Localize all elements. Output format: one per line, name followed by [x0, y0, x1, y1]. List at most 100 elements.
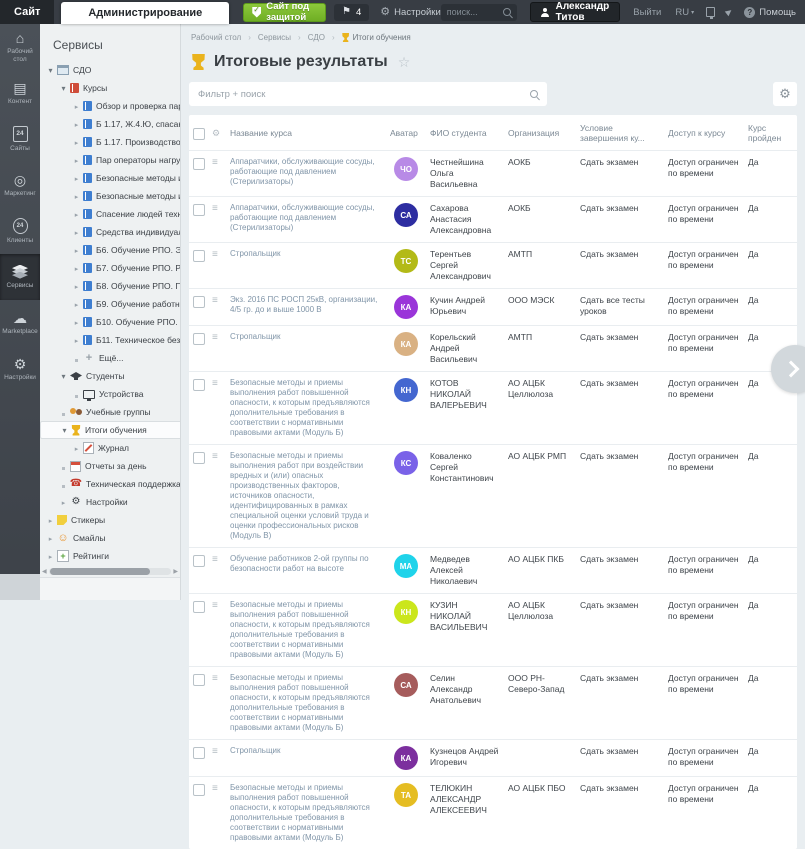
row-checkbox[interactable]	[193, 452, 205, 464]
tree-expand-icon[interactable]	[58, 496, 69, 509]
breadcrumb-item[interactable]: Сервисы	[258, 33, 291, 42]
course-name-link[interactable]: Аппаратчики, обслуживающие сосуды, работ…	[230, 157, 390, 187]
rail-item-sites[interactable]: 24 Сайты	[0, 116, 40, 162]
tree-item-trophy[interactable]: Итоги обучения	[40, 421, 180, 439]
tree-item-plus-gray[interactable]: Ещё...	[40, 349, 180, 367]
row-menu-icon[interactable]: ≡	[212, 158, 230, 168]
course-name-link[interactable]: Безопасные методы и приемы выполнения ра…	[230, 673, 390, 733]
select-all-checkbox[interactable]	[193, 128, 205, 140]
tree-item-book-blue[interactable]: Безопасные методы и приемы вы	[40, 187, 180, 205]
tree-item-book-blue[interactable]: Б 1.17. Производство и потребление	[40, 133, 180, 151]
course-name-link[interactable]: Стропальщик	[230, 746, 390, 756]
course-name-link[interactable]: Стропальщик	[230, 332, 390, 342]
column-header[interactable]: Курс пройден	[748, 123, 797, 143]
tree-item-graduate[interactable]: Студенты	[40, 367, 180, 385]
row-menu-icon[interactable]: ≡	[212, 555, 230, 565]
tree-item-window[interactable]: СДО	[40, 61, 180, 79]
tree-expand-icon[interactable]	[58, 461, 69, 471]
breadcrumb-item[interactable]: Итоги обучения	[342, 33, 411, 42]
tree-expand-icon[interactable]	[58, 407, 69, 417]
filter-search-input[interactable]: Фильтр + поиск	[189, 82, 547, 106]
row-menu-icon[interactable]: ≡	[212, 452, 230, 462]
rail-item-marketing[interactable]: ◎ Маркетинг	[0, 162, 40, 208]
row-menu-icon[interactable]: ≡	[212, 601, 230, 611]
table-row[interactable]: ≡ Аппаратчики, обслуживающие сосуды, раб…	[189, 196, 797, 242]
row-checkbox[interactable]	[193, 333, 205, 345]
row-menu-icon[interactable]: ≡	[212, 674, 230, 684]
tree-expand-icon[interactable]	[58, 479, 69, 489]
tree-item-book-blue[interactable]: Б6. Обучение РПО. Эргономика раб	[40, 241, 180, 259]
column-header[interactable]: Организация	[508, 128, 580, 138]
tree-item-smiley[interactable]: Смайлы	[40, 529, 180, 547]
row-checkbox[interactable]	[193, 158, 205, 170]
tree-item-ratings[interactable]: Рейтинги	[40, 547, 180, 565]
row-checkbox[interactable]	[193, 296, 205, 308]
tree-expand-icon[interactable]	[71, 118, 82, 131]
rail-item-settings[interactable]: ⚙ Настройки	[0, 346, 40, 392]
table-row[interactable]: ≡ Стропальщик КА Кузнецов Андрей Игореви…	[189, 739, 797, 776]
table-row[interactable]: ≡ Стропальщик КА Корельский Андрей Васил…	[189, 325, 797, 371]
row-checkbox[interactable]	[193, 674, 205, 686]
tree-expand-icon[interactable]	[71, 262, 82, 275]
favorite-star-icon[interactable]: ☆	[398, 54, 411, 71]
tree-item-book-blue[interactable]: Б7. Обучение РПО. Решение задач	[40, 259, 180, 277]
tree-expand-icon[interactable]	[71, 154, 82, 167]
tab-administration[interactable]: Администрирование	[61, 2, 229, 24]
tree-expand-icon[interactable]	[71, 190, 82, 203]
tree-expand-icon[interactable]	[45, 64, 56, 76]
pin-icon[interactable]	[725, 8, 733, 16]
tree-item-calendar[interactable]: Отчеты за день	[40, 457, 180, 475]
tree-expand-icon[interactable]	[45, 550, 56, 563]
table-row[interactable]: ≡ Безопасные методы и приемы выполнения …	[189, 776, 797, 849]
row-menu-icon[interactable]: ≡	[212, 784, 230, 794]
course-name-link[interactable]: Безопасные методы и приемы выполнения ра…	[230, 451, 390, 541]
table-row[interactable]: ≡ Безопасные методы и приемы выполнения …	[189, 666, 797, 739]
desktop-app-icon[interactable]	[706, 7, 715, 17]
scroll-right-icon[interactable]: ▶	[173, 568, 178, 575]
column-header[interactable]: Название курса	[230, 128, 390, 138]
rail-item-clients[interactable]: 24 Клиенты	[0, 208, 40, 254]
rail-item-services[interactable]: Сервисы	[0, 254, 40, 300]
row-menu-icon[interactable]: ≡	[212, 296, 230, 306]
tree-expand-icon[interactable]	[71, 353, 82, 363]
tree-item-devices[interactable]: Устройства	[40, 385, 180, 403]
course-name-link[interactable]: Обучение работников 2-ой группы по безоп…	[230, 554, 390, 574]
notifications-badge[interactable]: ⚑ 4	[334, 4, 369, 21]
tree-item-book-blue[interactable]: Б8. Обучение РПО. Правила безопас	[40, 277, 180, 295]
tree-item-book-blue[interactable]: Б11. Техническое безопасное рабоч	[40, 331, 180, 349]
table-row[interactable]: ≡ Обучение работников 2-ой группы по без…	[189, 547, 797, 593]
topbar-settings-button[interactable]: ⚙ Настройки	[380, 7, 440, 18]
site-protected-button[interactable]: Сайт под защитой	[243, 3, 326, 22]
row-checkbox[interactable]	[193, 250, 205, 262]
row-checkbox[interactable]	[193, 555, 205, 567]
tree-expand-icon[interactable]	[71, 136, 82, 149]
row-menu-icon[interactable]: ≡	[212, 204, 230, 214]
row-menu-icon[interactable]: ≡	[212, 333, 230, 343]
row-checkbox[interactable]	[193, 379, 205, 391]
row-checkbox[interactable]	[193, 747, 205, 759]
row-checkbox[interactable]	[193, 784, 205, 796]
row-menu-icon[interactable]: ≡	[212, 379, 230, 389]
tree-expand-icon[interactable]	[59, 424, 70, 436]
course-name-link[interactable]: Безопасные методы и приемы выполнения ра…	[230, 378, 390, 438]
tree-expand-icon[interactable]	[71, 389, 82, 399]
scroll-left-icon[interactable]: ◀	[42, 568, 47, 575]
header-gear-icon[interactable]: ⚙	[212, 129, 230, 138]
tree-item-book-red[interactable]: Курсы	[40, 79, 180, 97]
tree-item-book-blue[interactable]: Спасение людей техника пострадав	[40, 205, 180, 223]
column-header[interactable]: Аватар	[390, 128, 430, 138]
column-header[interactable]: Доступ к курсу	[668, 128, 748, 138]
tree-item-book-blue[interactable]: Средства индивидуальной защиты	[40, 223, 180, 241]
sidebar-scrollbar[interactable]: ◀ ▶	[42, 567, 178, 576]
row-menu-icon[interactable]: ≡	[212, 747, 230, 757]
table-row[interactable]: ≡ Безопасные методы и приемы выполнения …	[189, 371, 797, 444]
tree-item-sticker[interactable]: Стикеры	[40, 511, 180, 529]
tree-item-book-blue[interactable]: Б10. Обучение РПО. Работа по вып	[40, 313, 180, 331]
tree-expand-icon[interactable]	[71, 172, 82, 185]
help-button[interactable]: ? Помощь	[744, 7, 796, 18]
tree-item-gear-dark[interactable]: Настройки	[40, 493, 180, 511]
course-name-link[interactable]: Безопасные методы и приемы выполнения ра…	[230, 783, 390, 843]
row-checkbox[interactable]	[193, 601, 205, 613]
tree-expand-icon[interactable]	[71, 298, 82, 311]
breadcrumb-item[interactable]: Рабочий стол	[191, 33, 241, 42]
